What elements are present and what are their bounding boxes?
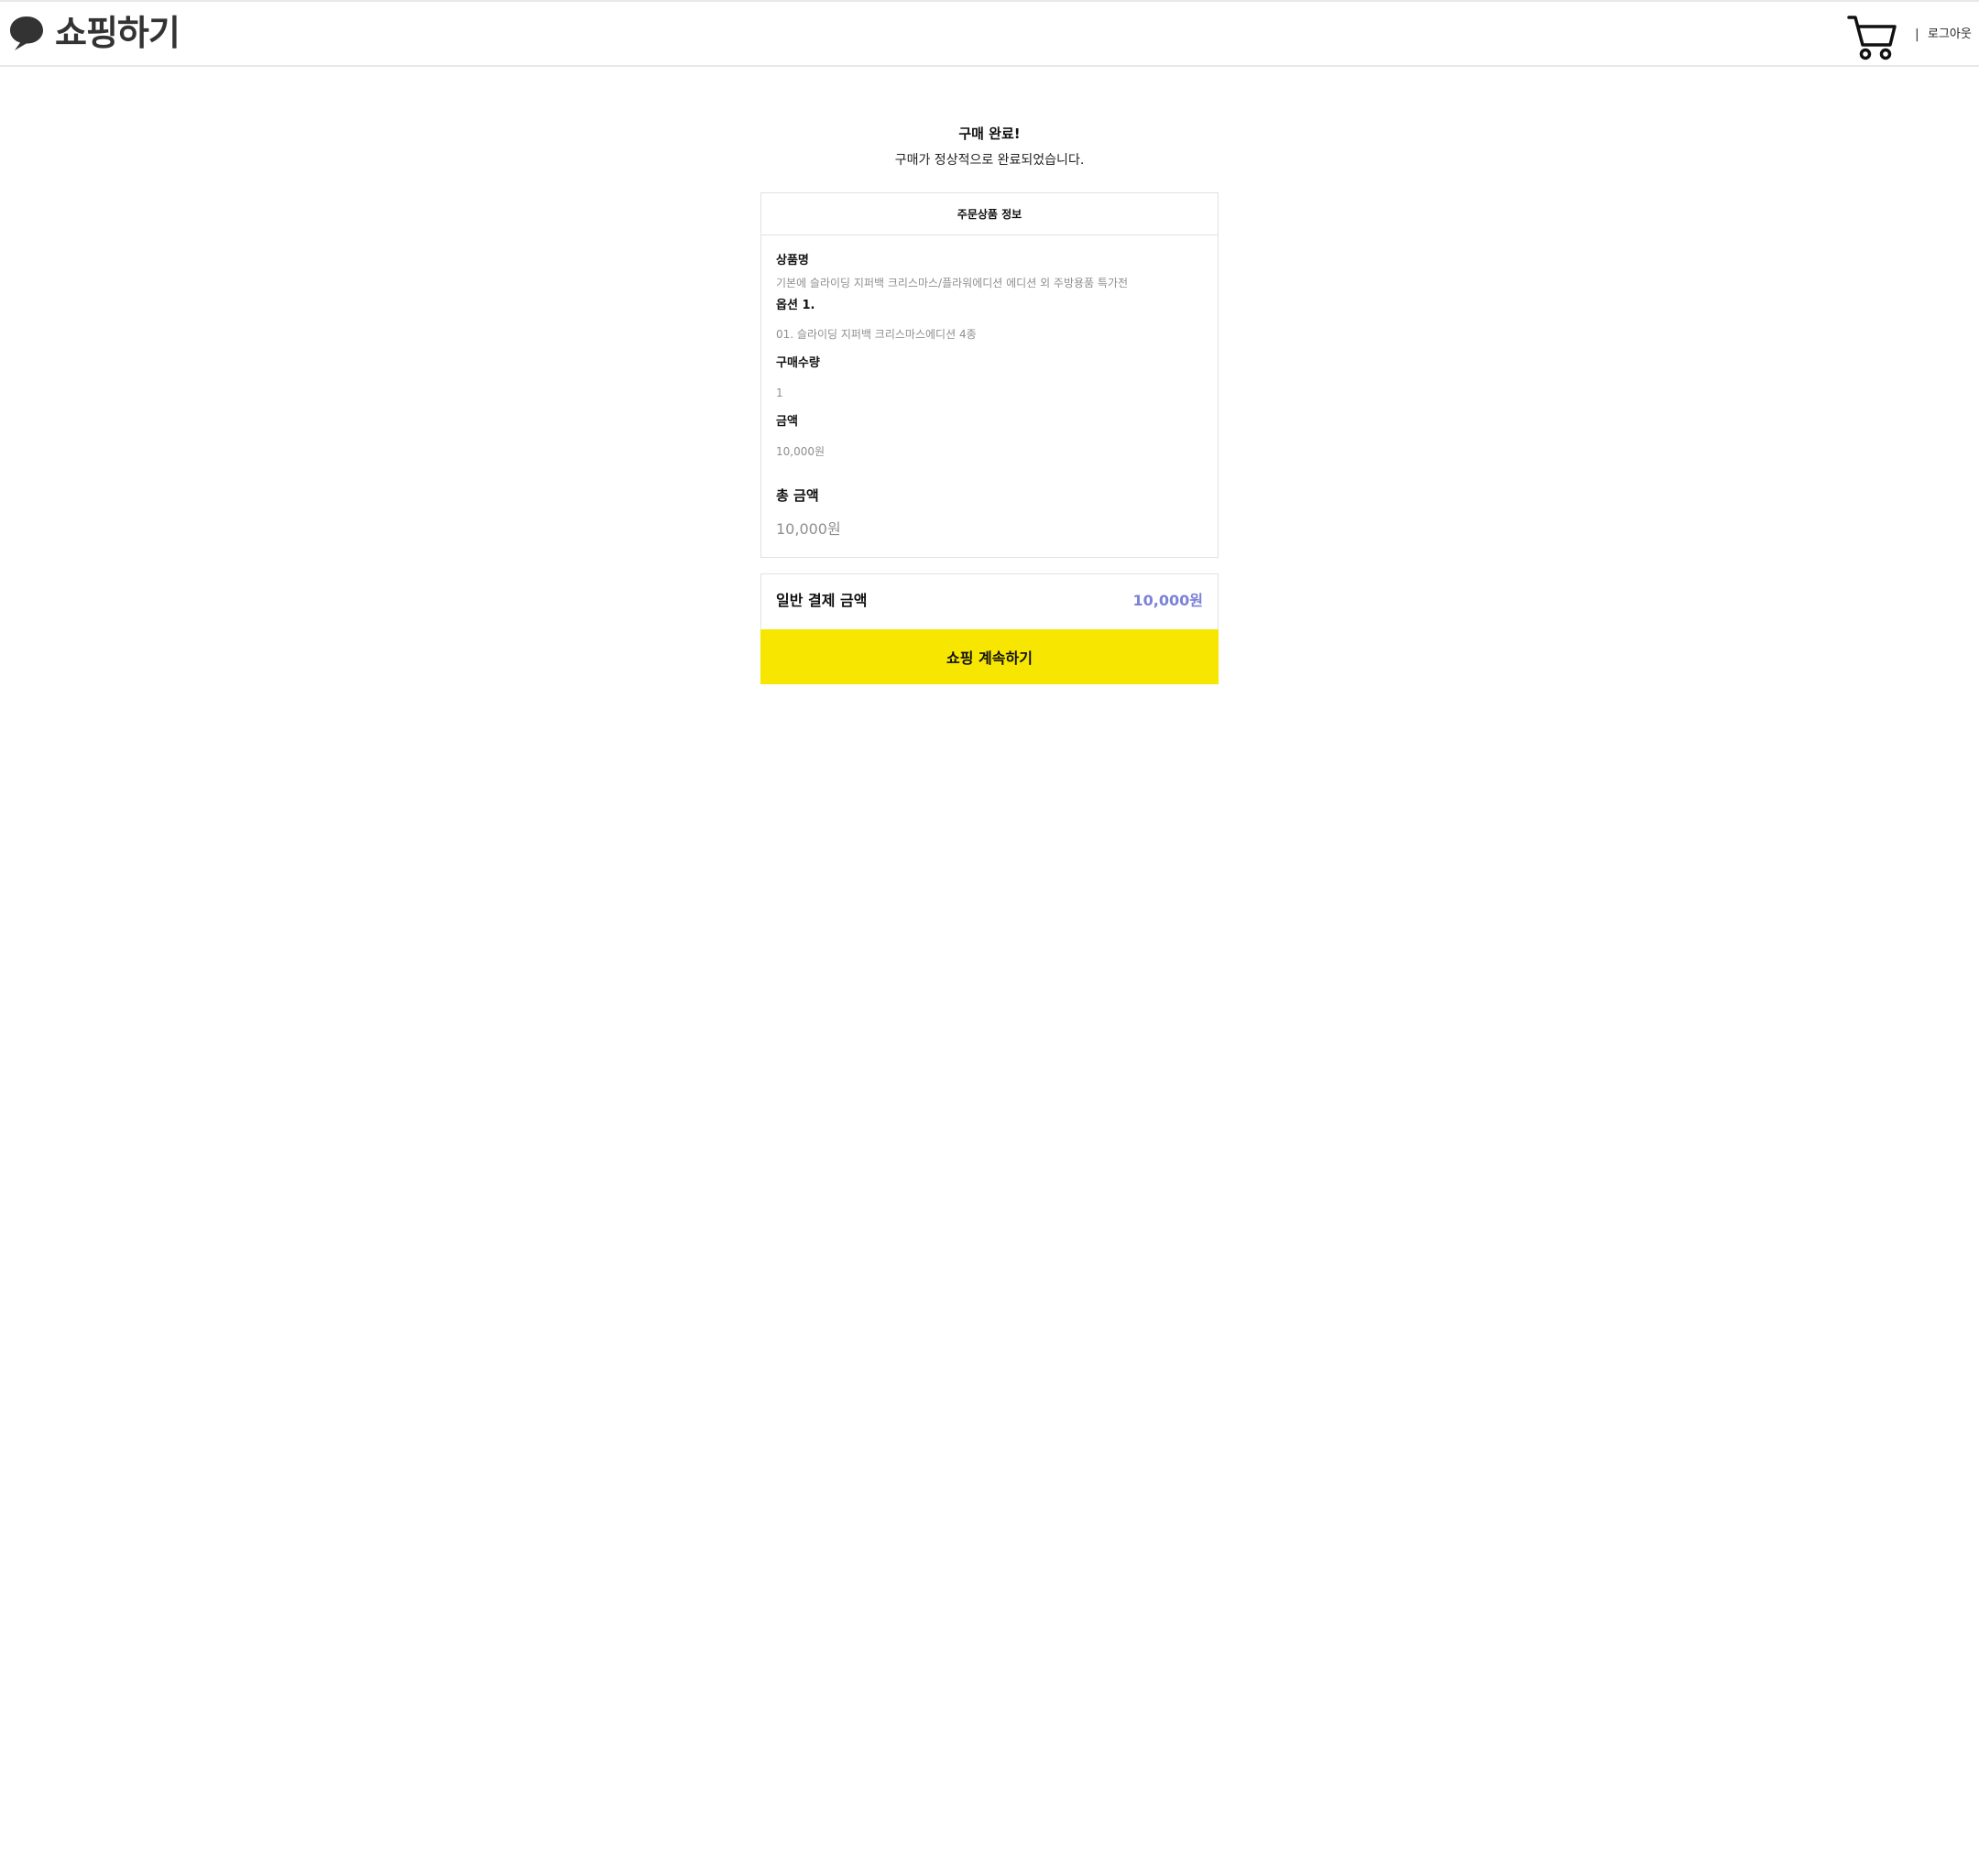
quantity-label: 구매수량 [776, 356, 820, 370]
nav-separator: | [1915, 27, 1919, 42]
logo-link[interactable]: 쇼핑하기 [9, 13, 180, 53]
payment-summary: 일반 결제 금액 10,000원 [760, 573, 1219, 629]
top-header: 쇼핑하기 | 로그아웃 [0, 0, 1979, 67]
purchase-complete-message: 구매가 정상적으로 완료되었습니다. [894, 153, 1085, 168]
logout-link[interactable]: 로그아웃 [1928, 27, 1972, 42]
order-info-heading: 주문상품 정보 [761, 193, 1218, 235]
payment-label: 일반 결제 금액 [776, 592, 868, 609]
purchase-complete-title: 구매 완료! [958, 125, 1021, 142]
price-value: 10,000원 [776, 445, 825, 458]
product-name-label: 상품명 [776, 254, 809, 267]
total-value: 10,000원 [776, 520, 841, 538]
quantity-value: 1 [776, 387, 783, 399]
total-label: 총 금액 [776, 487, 819, 504]
logo-text: 쇼핑하기 [55, 13, 180, 53]
option-label: 옵션 1. [776, 299, 815, 312]
product-name-value: 기본에 슬라이딩 지퍼백 크리스마스/플라워에디션 에디션 외 주방용품 특가전 [776, 277, 1129, 289]
shopping-cart-icon[interactable] [1847, 14, 1897, 61]
continue-shopping-button[interactable]: 쇼핑 계속하기 [760, 629, 1219, 684]
price-label: 금액 [776, 415, 798, 429]
order-info-box: 주문상품 정보 상품명 기본에 슬라이딩 지퍼백 크리스마스/플라워에디션 에디… [760, 192, 1219, 558]
payment-amount: 10,000원 [1132, 592, 1203, 609]
option-value: 01. 슬라이딩 지퍼백 크리스마스에디션 4종 [776, 328, 977, 341]
speech-bubble-icon [10, 16, 43, 50]
